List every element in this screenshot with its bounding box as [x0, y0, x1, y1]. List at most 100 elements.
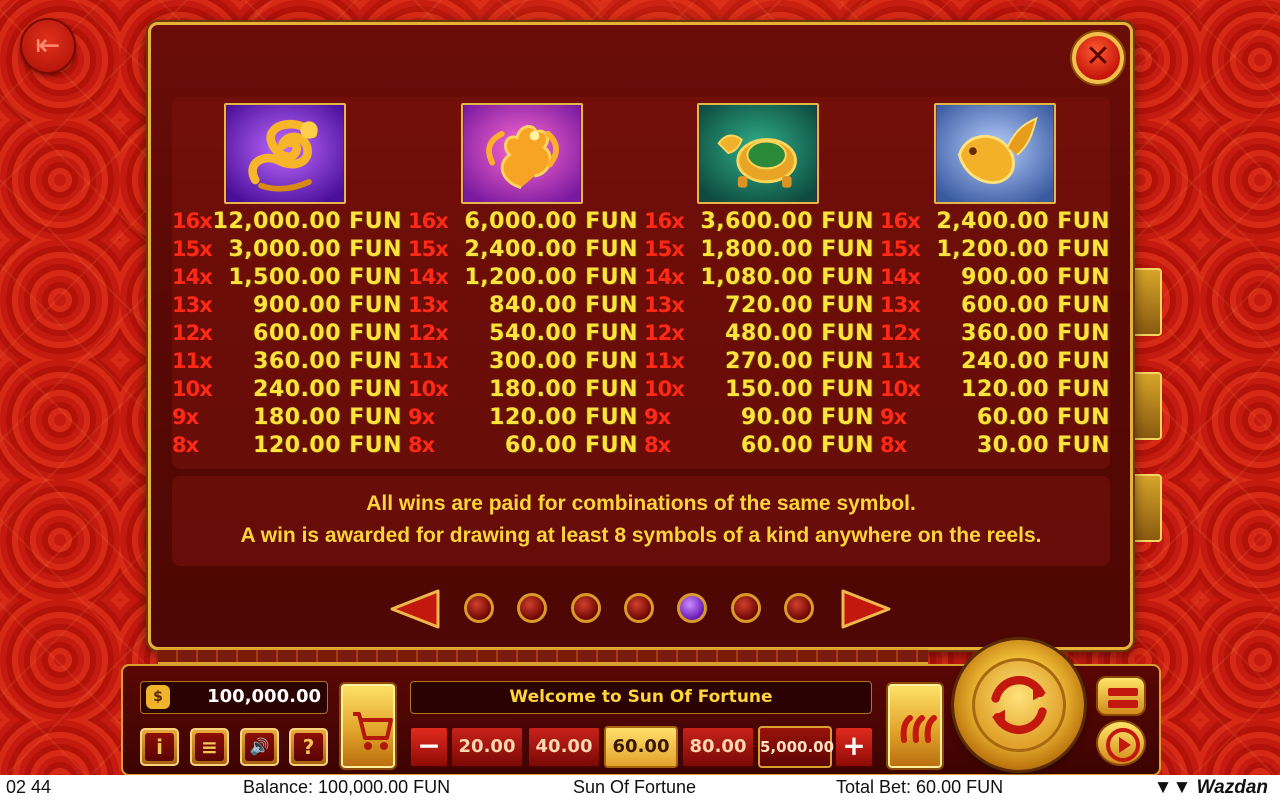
paytable-row: 10x 180.00 FUN	[408, 377, 638, 405]
payout-amount: 1,080.00 FUN	[700, 265, 874, 290]
payout-amount: 360.00 FUN	[961, 321, 1110, 346]
payout-amount: 720.00 FUN	[725, 293, 874, 318]
payout-amount: 6,000.00 FUN	[464, 209, 638, 234]
paytable-row: 12x 540.00 FUN	[408, 321, 638, 349]
paytable-row: 13x 840.00 FUN	[408, 293, 638, 321]
multiplier-label: 16x	[644, 209, 685, 233]
paytable-row: 16x 3,600.00 FUN	[644, 209, 874, 237]
spin-button[interactable]	[954, 640, 1084, 770]
koi-fish-icon	[934, 103, 1056, 204]
question-icon: ?	[294, 733, 323, 761]
paytable-row: 9x 120.00 FUN	[408, 405, 638, 433]
payout-amount: 3,000.00 FUN	[228, 237, 402, 262]
arrow-left-icon	[390, 589, 440, 629]
payout-amount: 180.00 FUN	[489, 377, 638, 402]
paytable-row: 16x 6,000.00 FUN	[408, 209, 638, 237]
multiplier-label: 12x	[644, 321, 685, 345]
status-bar: 02 44 Balance: 100,000.00 FUN Sun Of For…	[0, 775, 1280, 800]
speaker-icon: 🔊	[245, 733, 274, 761]
multiplier-label: 15x	[880, 237, 921, 261]
rules-note-line1: All wins are paid for combinations of th…	[366, 492, 916, 515]
increase-bet-button[interactable]: +	[834, 726, 874, 768]
exit-button[interactable]: ⇤	[20, 18, 76, 74]
close-button[interactable]: ✕	[1072, 32, 1124, 84]
balance-value: 100,000.00	[207, 686, 321, 707]
total-bet: Total Bet: 60.00 FUN	[836, 777, 1004, 797]
paytable-row: 15x 1,800.00 FUN	[644, 237, 874, 265]
payout-amount: 1,200.00 FUN	[936, 237, 1110, 262]
bet-option-button[interactable]: 40.00	[527, 726, 601, 768]
multiplier-label: 16x	[172, 209, 213, 233]
paytable-row: 11x 360.00 FUN	[172, 349, 402, 377]
paytable-row: 11x 300.00 FUN	[408, 349, 638, 377]
menu-button[interactable]: ≡	[190, 728, 229, 766]
prev-page-button[interactable]	[388, 588, 442, 630]
multiplier-label: 12x	[408, 321, 449, 345]
decorative-border	[158, 648, 928, 664]
menu-icon: ≡	[195, 733, 224, 761]
paytable-row: 15x 3,000.00 FUN	[172, 237, 402, 265]
max-bet-button[interactable]: 5,000.00	[758, 726, 834, 768]
paytable-row: 12x 600.00 FUN	[172, 321, 402, 349]
clock: 02 44	[6, 777, 52, 797]
paytable-row: 8x 60.00 FUN	[644, 433, 874, 461]
paytable-row: 9x 60.00 FUN	[880, 405, 1110, 433]
page-dot[interactable]	[730, 593, 761, 623]
bet-option-button[interactable]: 60.00	[604, 726, 678, 768]
page-dot[interactable]	[464, 593, 494, 623]
payout-amount: 840.00 FUN	[489, 293, 638, 318]
paytable-row: 14x 900.00 FUN	[880, 265, 1110, 293]
payout-amount: 60.00 FUN	[976, 405, 1110, 430]
payout-amount: 120.00 FUN	[961, 377, 1110, 402]
page-dot[interactable]	[570, 593, 601, 623]
multiplier-label: 13x	[172, 293, 213, 317]
arrow-right-icon	[841, 589, 891, 629]
payout-amount: 120.00 FUN	[253, 433, 402, 458]
buy-feature-button[interactable]	[339, 682, 397, 770]
info-icon: i	[145, 733, 174, 761]
multiplier-label: 8x	[880, 433, 907, 457]
chili-peppers-icon	[900, 715, 937, 743]
payout-amount: 180.00 FUN	[253, 405, 402, 430]
phoenix-icon	[461, 103, 583, 204]
decrease-bet-button[interactable]: −	[409, 726, 449, 768]
dragon-turtle-icon	[697, 103, 819, 204]
page-dot[interactable]	[677, 593, 708, 623]
spin-arrows-icon	[991, 675, 1047, 735]
paytable-row: 16x 2,400.00 FUN	[880, 209, 1110, 237]
payout-amount: 3,600.00 FUN	[700, 209, 874, 234]
payout-amount: 30.00 FUN	[976, 433, 1110, 458]
close-icon: ✕	[1085, 39, 1111, 74]
payout-amount: 900.00 FUN	[961, 265, 1110, 290]
paytable-row: 15x 1,200.00 FUN	[880, 237, 1110, 265]
volatility-button[interactable]	[886, 682, 944, 770]
paytable-row: 15x 2,400.00 FUN	[408, 237, 638, 265]
multiplier-label: 14x	[408, 265, 449, 289]
page-dot[interactable]	[783, 593, 814, 623]
multiplier-label: 13x	[644, 293, 685, 317]
paytable-row: 11x 270.00 FUN	[644, 349, 874, 377]
page-dot[interactable]	[623, 593, 654, 623]
paytable-row: 8x 30.00 FUN	[880, 433, 1110, 461]
autoplay-button[interactable]	[1096, 720, 1146, 766]
next-page-button[interactable]	[839, 588, 893, 630]
help-button[interactable]: ?	[289, 728, 328, 766]
multiplier-label: 14x	[644, 265, 685, 289]
bet-option-button[interactable]: 80.00	[681, 726, 755, 768]
game-title: Sun Of Fortune	[573, 777, 697, 797]
multiplier-label: 14x	[880, 265, 921, 289]
sound-button[interactable]: 🔊	[240, 728, 279, 766]
payout-amount: 1,800.00 FUN	[700, 237, 874, 262]
paytable-row: 13x 720.00 FUN	[644, 293, 874, 321]
payout-amount: 480.00 FUN	[725, 321, 874, 346]
page-dot[interactable]	[517, 593, 548, 623]
payout-amount: 2,400.00 FUN	[936, 209, 1110, 234]
bet-option-button[interactable]: 20.00	[450, 726, 524, 768]
multiplier-label: 15x	[408, 237, 449, 261]
paytable-row: 14x 1,500.00 FUN	[172, 265, 402, 293]
bet-settings-button[interactable]	[1096, 676, 1146, 716]
multiplier-label: 10x	[644, 377, 685, 401]
payout-amount: 1,200.00 FUN	[464, 265, 638, 290]
paytable-row: 14x 1,200.00 FUN	[408, 265, 638, 293]
info-button[interactable]: i	[140, 728, 179, 766]
